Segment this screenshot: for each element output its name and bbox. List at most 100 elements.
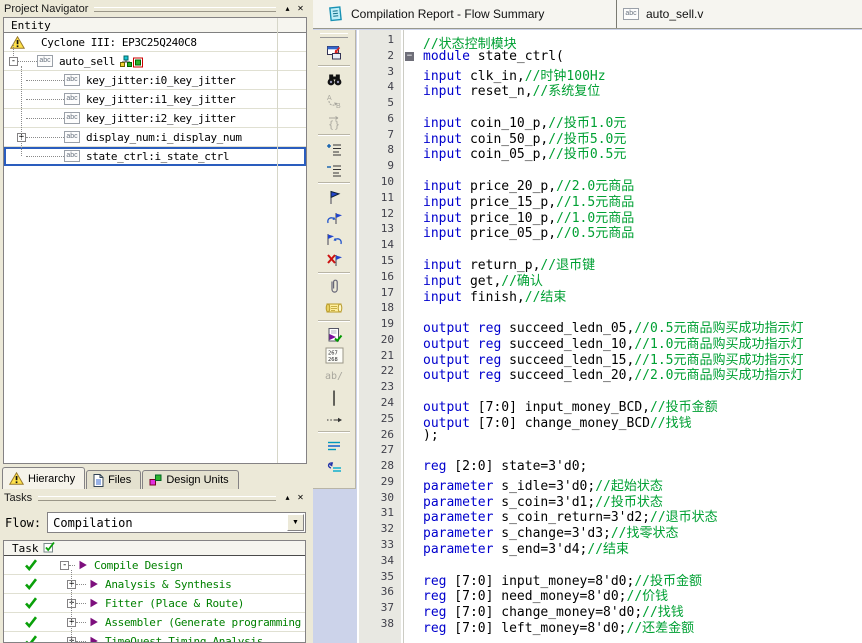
insert-template-button[interactable] xyxy=(316,297,352,318)
fold-marker[interactable]: − xyxy=(405,51,414,61)
code-line: 9 xyxy=(357,159,862,175)
line-number: 35 xyxy=(380,569,394,583)
doc-tab-compilation-report[interactable]: Compilation Report - Flow Summary xyxy=(313,0,617,28)
toolbar-separator xyxy=(318,182,350,184)
task-row[interactable]: + TimeQuest Timing Analysis xyxy=(4,632,305,642)
svg-text:A: A xyxy=(327,95,332,102)
line-number: 32 xyxy=(380,522,394,536)
line-number: 11 xyxy=(380,190,394,204)
task-column-header[interactable]: Task xyxy=(4,541,305,556)
fold-column xyxy=(402,585,423,601)
task-row[interactable]: + Assembler (Generate programming xyxy=(4,613,305,632)
replace-button: AB xyxy=(316,90,352,111)
svg-text:268: 268 xyxy=(328,357,338,363)
line-number: 27 xyxy=(380,443,394,457)
line-number: 10 xyxy=(380,175,394,189)
code-text: reg [7:0] input_money=8'd0;//投币金额 xyxy=(423,573,702,589)
line-number: 31 xyxy=(380,506,394,520)
fold-column xyxy=(402,238,423,254)
wrap-lines-button[interactable] xyxy=(316,435,352,456)
abc-icon: abc xyxy=(64,150,80,162)
task-row-label: Assembler (Generate programming xyxy=(105,615,301,629)
code-text: input coin_10_p,//投币1.0元 xyxy=(423,115,627,131)
task-column-label: Task xyxy=(12,541,39,555)
increase-indent-icon xyxy=(326,142,343,156)
code-text: input reset_n,//系统复位 xyxy=(423,84,601,100)
attach-file-button[interactable] xyxy=(316,276,352,297)
tree-row[interactable]: + abc display_num:i_display_num xyxy=(4,128,306,147)
task-row[interactable]: + Fitter (Place & Route) xyxy=(4,594,305,613)
code-text: module state_ctrl( xyxy=(423,48,564,64)
tab-hierarchy[interactable]: Hierarchy xyxy=(2,467,86,489)
tree-connector xyxy=(26,117,64,119)
close-panel-button[interactable]: ✕ xyxy=(294,3,307,15)
toolbar-separator xyxy=(318,134,350,136)
fold-column xyxy=(402,570,423,586)
tree-row[interactable]: abc key_jitter:i0_key_jitter xyxy=(4,71,306,90)
tree-row[interactable]: abc state_ctrl:i_state_ctrl xyxy=(4,147,306,166)
tree-row[interactable]: Cyclone III: EP3C25Q240C8 xyxy=(4,33,306,52)
code-line: 14 xyxy=(357,238,862,254)
next-bookmark-button[interactable] xyxy=(316,207,352,228)
column-divider[interactable] xyxy=(277,18,278,463)
resync-button[interactable] xyxy=(316,456,352,477)
tab-design-units[interactable]: Design Units xyxy=(142,470,239,489)
toggle-bookmark-button[interactable] xyxy=(316,186,352,207)
line-number: 37 xyxy=(380,601,394,615)
tree-row[interactable]: abc key_jitter:i1_key_jitter xyxy=(4,90,306,109)
fold-column xyxy=(402,349,423,365)
window-arrow-button[interactable] xyxy=(316,42,352,63)
collapse-panel-button[interactable]: ▴ xyxy=(281,492,294,504)
increase-indent-button[interactable] xyxy=(316,138,352,159)
fold-column xyxy=(402,317,423,333)
find-button[interactable] xyxy=(316,69,352,90)
check-icon xyxy=(24,597,38,609)
attach-file-icon xyxy=(328,278,340,295)
panel-grip[interactable] xyxy=(94,6,276,12)
code-editor[interactable]: 1 //状态控制模块 2 − module state_ctrl(3 input clk_… xyxy=(357,30,862,643)
tab-files[interactable]: Files xyxy=(86,470,142,489)
code-text: reg [2:0] state=3'd0; xyxy=(423,459,588,475)
fold-column xyxy=(402,270,423,286)
analyze-file-button[interactable] xyxy=(316,324,352,345)
flow-row: Flow: Compilation ▼ xyxy=(5,512,306,533)
line-number: 34 xyxy=(380,553,394,567)
fold-column xyxy=(402,65,423,81)
line-number: 22 xyxy=(380,364,394,378)
flow-dropdown-button[interactable]: ▼ xyxy=(287,514,304,531)
toolbar-grip[interactable] xyxy=(320,33,348,38)
entity-column-header[interactable]: Entity xyxy=(4,18,306,33)
line-number: 23 xyxy=(380,380,394,394)
code-lines: 1 //状态控制模块 2 − module state_ctrl(3 input clk_… xyxy=(357,30,862,636)
collapse-node-box[interactable]: - xyxy=(9,56,18,66)
collapse-panel-button[interactable]: ▴ xyxy=(281,3,294,15)
flow-select[interactable]: Compilation ▼ xyxy=(47,512,306,533)
decrease-indent-button[interactable] xyxy=(316,159,352,180)
entity-tree-box: Entity Cyclone III: EP3C25Q240C8- abc auto… xyxy=(3,17,307,464)
task-row[interactable]: - Compile Design xyxy=(4,556,305,575)
line-number: 12 xyxy=(380,206,394,220)
text-cursor-button[interactable]: | xyxy=(316,387,352,408)
tree-row-label: key_jitter:i2_key_jitter xyxy=(86,111,236,125)
collapse-node-box[interactable]: - xyxy=(60,560,69,570)
flow-value: Compilation xyxy=(53,515,133,530)
fold-column xyxy=(402,80,423,96)
doc-tab-auto-sell-v[interactable]: abc auto_sell.v xyxy=(617,0,862,28)
goto-line-button[interactable]: 267 268 xyxy=(316,345,352,366)
panel-grip[interactable] xyxy=(38,495,276,501)
task-row[interactable]: + Analysis & Synthesis xyxy=(4,575,305,594)
task-table: Task - Compile Design + Analysis & Synthesi… xyxy=(3,540,306,643)
tree-row[interactable]: - abc auto_sell xyxy=(4,52,306,71)
tree-row-label: key_jitter:i1_key_jitter xyxy=(86,92,236,106)
play-icon xyxy=(89,579,99,589)
play-icon xyxy=(78,560,88,570)
clear-bookmarks-button[interactable] xyxy=(316,249,352,270)
close-panel-button[interactable]: ✕ xyxy=(294,492,307,504)
tree-row[interactable]: abc key_jitter:i2_key_jitter xyxy=(4,109,306,128)
dotted-arrow-button[interactable] xyxy=(316,408,352,429)
previous-bookmark-button[interactable] xyxy=(316,228,352,249)
code-text: input finish,//结束 xyxy=(423,289,567,305)
